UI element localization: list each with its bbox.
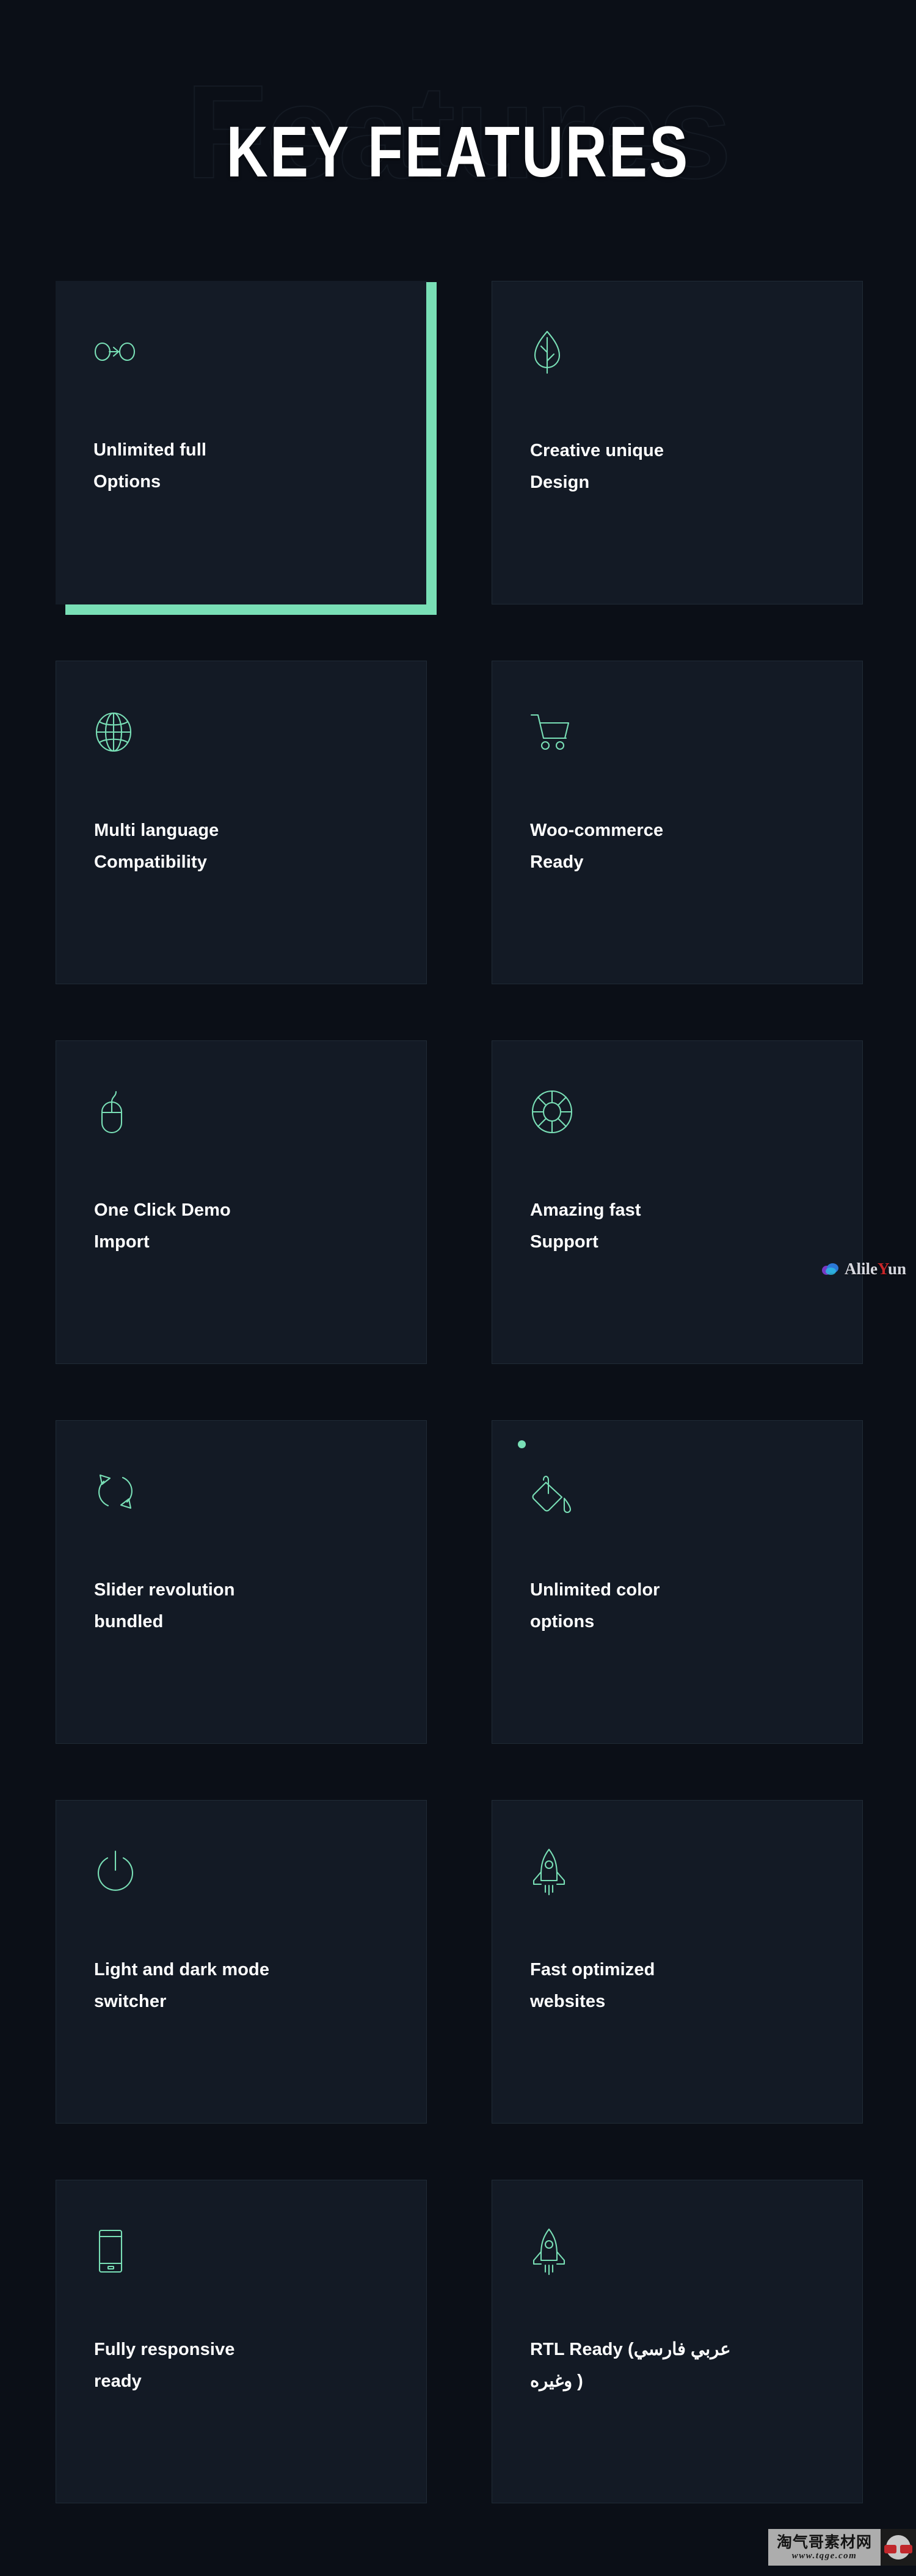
feature-title-line-2: Import [94,1232,150,1252]
globe-icon [94,702,148,763]
feature-title-line-1: Creative unique [530,441,664,460]
feature-card-title: Light and dark mode switcher [94,1954,338,2017]
feature-title-line-1: Woo-commerce [530,821,664,840]
rocket-icon [530,2221,584,2282]
tqge-watermark-panel: 淘气哥素材网 www.tqge.com [768,2529,881,2566]
paint-bucket-icon [530,1461,584,1522]
feature-card-title: Multi language Compatibility [94,815,338,878]
face-shape [884,2535,912,2560]
feature-title-line-2: switcher [94,1991,167,2011]
power-button-icon [94,1841,148,1902]
feature-title-line-1: Slider revolution [94,1580,235,1600]
feature-title-line-1: Light and dark mode [94,1960,270,1979]
features-page: Features KEY FEATURES Unlimited full Opt… [0,0,916,2576]
feature-title-line-2: Compatibility [94,852,207,872]
feature-title-line-2: وغيره ) [530,2371,583,2391]
feature-title-line-2: Design [530,472,590,492]
feature-title-line-2: bundled [94,1611,164,1631]
computer-mouse-icon [94,1081,148,1142]
feature-card-woo-commerce-ready[interactable]: Woo-commerce Ready [492,661,863,984]
feature-title-line-1: Fully responsive [94,2340,235,2359]
feature-title-line-2: Ready [530,852,584,872]
feature-card-title: Unlimited color options [530,1575,774,1638]
feature-card-amazing-fast-support[interactable]: Amazing fast Support [492,1040,863,1364]
feature-card-title: Fast optimized websites [530,1954,774,2017]
tqge-watermark: 淘气哥素材网 www.tqge.com [768,2529,916,2566]
feature-title-line-1: One Click Demo [94,1200,231,1220]
status-dot [518,1440,526,1448]
feature-card-title: Woo-commerce Ready [530,815,774,878]
feature-title-line-2: Options [93,471,161,492]
feature-title-line-1: Unlimited color [530,1580,660,1600]
feature-card-title: RTL Ready (عربي فارسي وغيره ) [530,2334,805,2397]
features-grid: Unlimited full Options Creative unique D… [52,281,864,2503]
feature-title-line-2: ready [94,2371,142,2391]
accent-bar-bottom [65,604,437,615]
feature-card-fast-optimized-websites[interactable]: Fast optimized websites [492,1800,863,2124]
feature-card-one-click-demo-import[interactable]: One Click Demo Import [56,1040,427,1364]
feature-title-line-1: Amazing fast [530,1200,641,1220]
feature-card-rtl-ready[interactable]: RTL Ready (عربي فارسي وغيره ) [492,2180,863,2503]
feature-card-slider-revolution-bundled[interactable]: Slider revolution bundled [56,1420,427,1744]
feature-card-title: Fully responsive ready [94,2334,338,2397]
feature-title-line-1: Multi language [94,821,219,840]
mobile-phone-icon [94,2221,148,2282]
feature-card-multi-language-compatibility[interactable]: Multi language Compatibility [56,661,427,984]
feature-card-fully-responsive-ready[interactable]: Fully responsive ready [56,2180,427,2503]
feature-card-title: One Click Demo Import [94,1195,338,1258]
feature-title-line-1: RTL Ready (عربي فارسي [530,2340,731,2359]
feature-card-light-dark-mode-switcher[interactable]: Light and dark mode switcher [56,1800,427,2124]
feature-title-line-1: Fast optimized [530,1960,655,1979]
glasses-badge-icon [881,2529,916,2566]
tqge-watermark-cn-text: 淘气哥素材网 [776,2533,872,2551]
page-title: KEY FEATURES [226,112,690,192]
lifebuoy-icon [530,1081,584,1142]
glasses-icon [884,2545,912,2553]
feature-title-line-2: options [530,1611,595,1631]
feature-title-line-2: websites [530,1991,606,2011]
feature-card-title: Creative unique Design [530,435,774,498]
leaf-icon [530,322,584,383]
tqge-watermark-url-text: www.tqge.com [791,2550,857,2561]
refresh-arrows-icon [94,1461,148,1522]
feature-card-unlimited-color-options[interactable]: Unlimited color options [492,1420,863,1744]
feature-card-creative-unique-design[interactable]: Creative unique Design [492,281,863,604]
rocket-icon [530,1841,584,1902]
feature-card-title: Unlimited full Options [93,435,338,498]
feature-card-title: Amazing fast Support [530,1195,774,1258]
page-header: Features KEY FEATURES [0,0,916,281]
feature-title-line-2: Support [530,1232,598,1252]
shopping-cart-icon [530,702,584,763]
infinity-arrow-icon [93,321,147,382]
feature-title-line-1: Unlimited full [93,440,207,460]
feature-card-unlimited-full-options[interactable]: Unlimited full Options [56,281,437,615]
feature-card-title: Slider revolution bundled [94,1575,338,1638]
accent-bar-right [426,282,437,606]
